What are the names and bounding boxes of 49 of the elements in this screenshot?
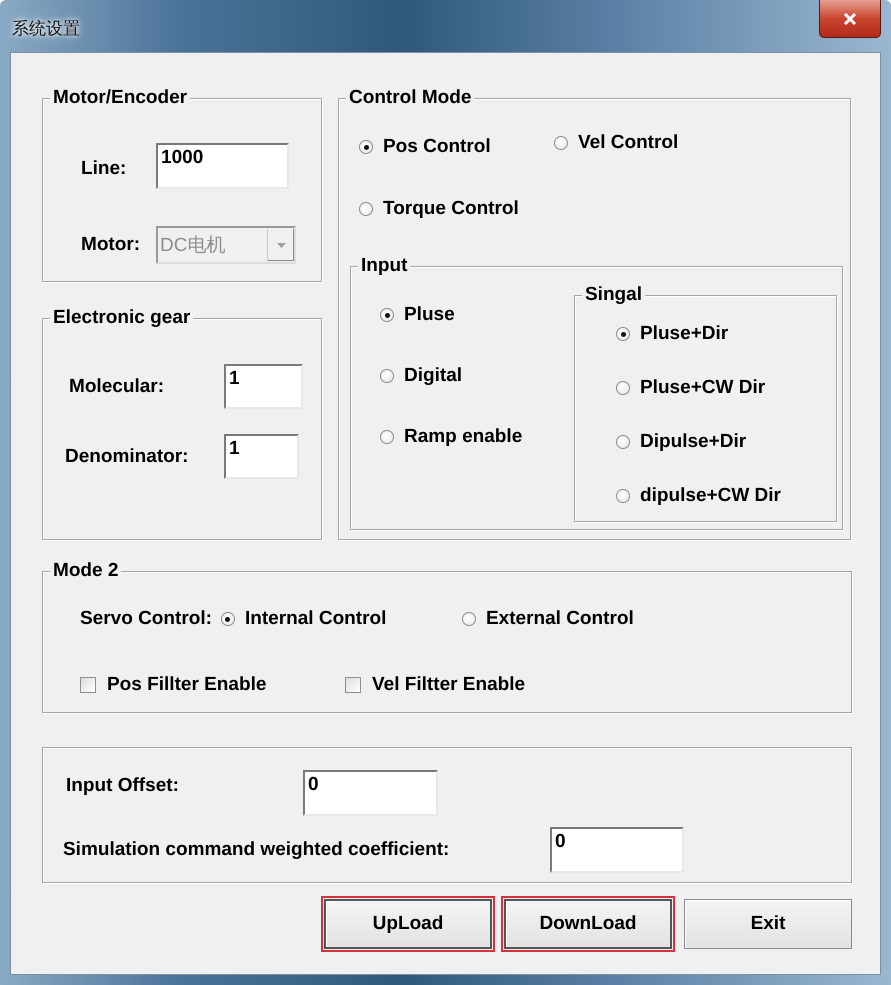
field-label: Simulation command weighted coefficient:: [63, 839, 450, 861]
dialog-button[interactable]: DownLoad: [504, 899, 672, 949]
field-label: Motor:: [81, 234, 142, 256]
field-label: Servo Control:: [80, 608, 212, 630]
radio-label[interactable]: Pluse+Dir: [640, 323, 728, 345]
text-field[interactable]: 1: [224, 364, 303, 409]
radio-button[interactable]: [616, 489, 630, 503]
dialog-button[interactable]: UpLoad: [324, 899, 492, 949]
field-label: Denominator:: [65, 446, 190, 468]
checkbox[interactable]: [80, 677, 96, 693]
checkbox[interactable]: [345, 677, 361, 693]
text-field[interactable]: 0: [303, 770, 438, 816]
radio-label[interactable]: Vel Control: [578, 132, 678, 154]
radio-button[interactable]: [462, 612, 476, 626]
group-title: Electronic gear: [50, 306, 194, 330]
radio-label[interactable]: dipulse+CW Dir: [640, 485, 781, 507]
checkbox-label[interactable]: Vel Filtter Enable: [372, 674, 526, 696]
radio-button[interactable]: [359, 140, 373, 154]
radio-button[interactable]: [616, 327, 630, 341]
checkbox-label[interactable]: Pos Fillter Enable: [107, 674, 266, 696]
dialog-button[interactable]: Exit: [684, 899, 852, 949]
radio-button[interactable]: [554, 136, 568, 150]
radio-label[interactable]: Digital: [404, 365, 462, 387]
radio-label[interactable]: Torque Control: [383, 198, 519, 220]
radio-label[interactable]: Dipulse+Dir: [640, 431, 746, 453]
text-field[interactable]: 0: [550, 827, 684, 873]
radio-label[interactable]: Ramp enable: [404, 426, 522, 448]
radio-label[interactable]: Pos Control: [383, 136, 491, 158]
text-field[interactable]: 1: [224, 434, 299, 479]
close-button[interactable]: [819, 0, 881, 38]
text-field[interactable]: 1000: [156, 143, 289, 189]
radio-label[interactable]: Pluse: [404, 304, 455, 326]
caret-icon: [276, 242, 286, 248]
radio-button[interactable]: [616, 435, 630, 449]
field-label: Line:: [81, 158, 128, 180]
radio-label[interactable]: Internal Control: [244, 608, 386, 630]
radio-button[interactable]: [380, 430, 394, 444]
field-label: Input Offset:: [66, 775, 180, 797]
radio-button[interactable]: [616, 381, 630, 395]
radio-button[interactable]: [220, 612, 235, 626]
radio-label[interactable]: Pluse+CW Dir: [640, 377, 766, 399]
radio-button[interactable]: [359, 202, 373, 216]
window-title: 系统设置: [12, 18, 80, 40]
group-title: Singal: [582, 283, 646, 307]
field-label: Molecular:: [69, 376, 166, 398]
radio-button[interactable]: [380, 308, 394, 322]
close-icon: [843, 12, 857, 24]
radio-button[interactable]: [380, 369, 394, 383]
radio-label[interactable]: External Control: [486, 608, 634, 630]
